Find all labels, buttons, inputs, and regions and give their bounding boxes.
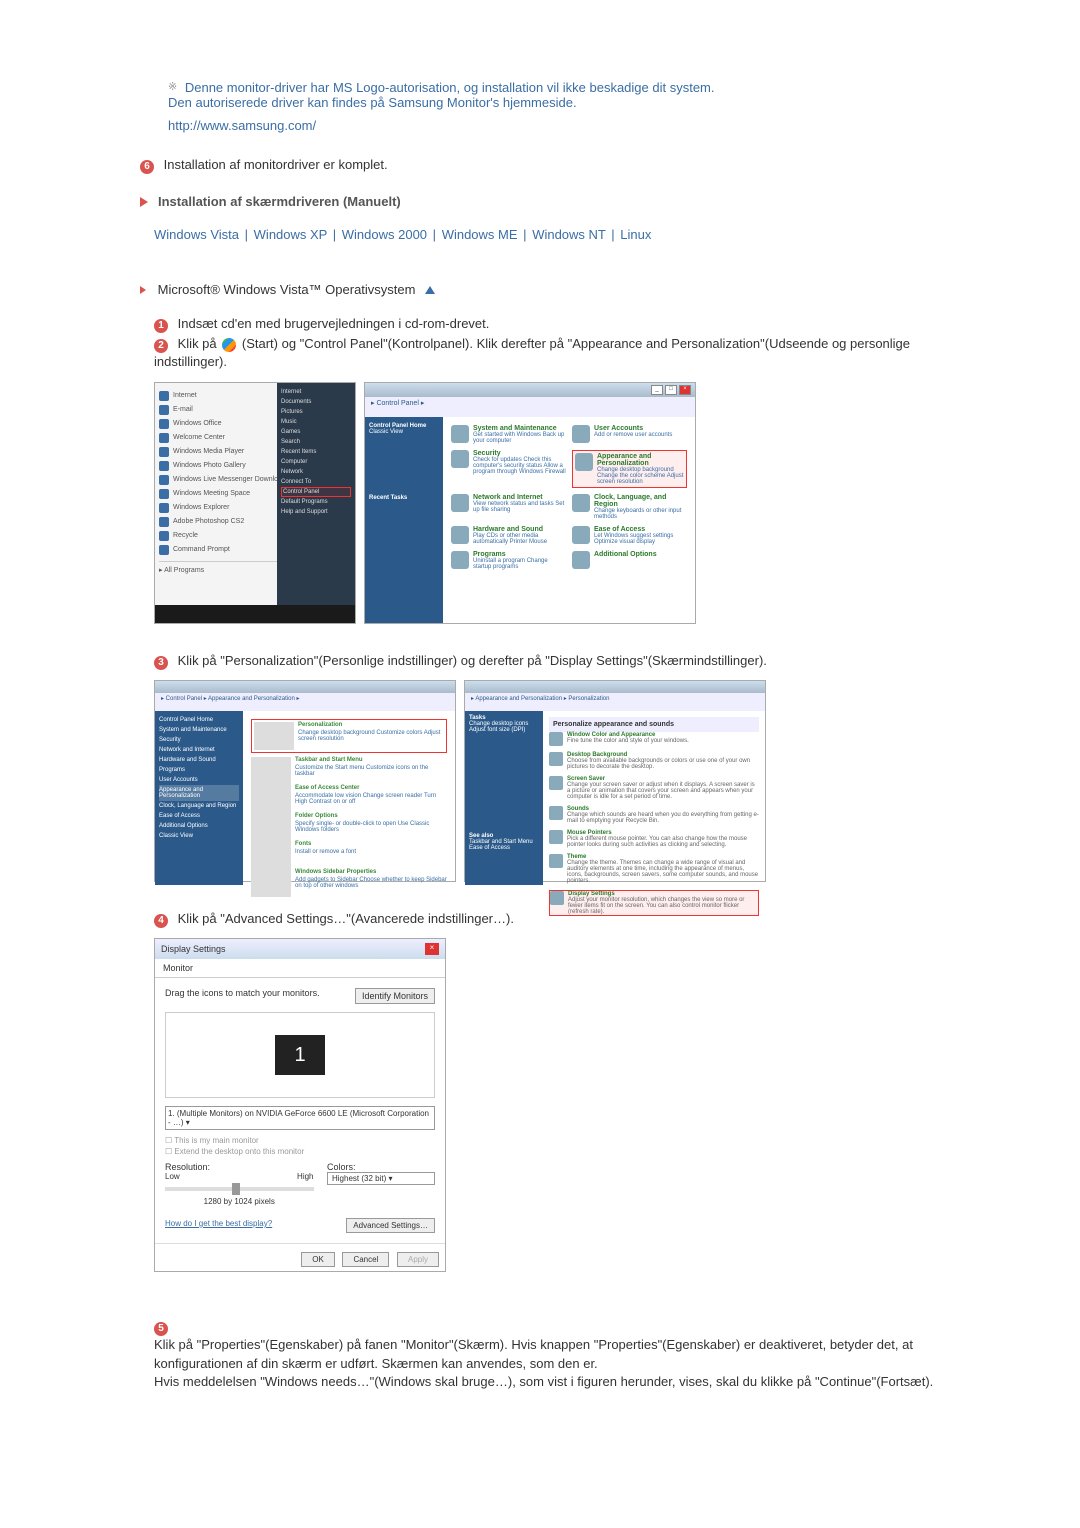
step-5-text: Klik på "Properties"(Egenskaber) på fane… bbox=[154, 1337, 933, 1388]
step-4-text: Klik på "Advanced Settings…"(Avancerede … bbox=[178, 911, 514, 926]
samsung-url-link[interactable]: http://www.samsung.com/ bbox=[168, 118, 940, 133]
main-monitor-checkbox: ☐ This is my main monitor bbox=[165, 1136, 435, 1145]
step-1: 1 Indsæt cd'en med brugervejledningen i … bbox=[154, 315, 940, 333]
step-badge-2: 2 bbox=[154, 339, 168, 353]
colors-label: Colors: bbox=[327, 1162, 435, 1172]
step-2-text-a: Klik på bbox=[178, 336, 221, 351]
scroll-top-icon[interactable] bbox=[425, 286, 435, 294]
apply-button[interactable]: Apply bbox=[397, 1252, 439, 1267]
resolution-slider[interactable] bbox=[165, 1187, 314, 1191]
screenshot-row-2: ▸ Control Panel ▸ Appearance and Persona… bbox=[154, 680, 940, 882]
step-badge-3: 3 bbox=[154, 656, 168, 670]
resolution-label: Resolution: bbox=[165, 1162, 314, 1172]
step-4: 4 Klik på "Advanced Settings…"(Avancered… bbox=[154, 910, 940, 928]
link-windows-me[interactable]: Windows ME bbox=[442, 227, 518, 242]
close-icon[interactable]: × bbox=[425, 943, 439, 955]
monitor-preview[interactable]: 1 bbox=[275, 1035, 325, 1075]
step-5: 5 Klik på "Properties"(Egenskaber) på fa… bbox=[154, 1300, 940, 1391]
help-link[interactable]: How do I get the best display? bbox=[165, 1219, 272, 1228]
step-badge-4: 4 bbox=[154, 914, 168, 928]
manual-install-title: Installation af skærmdriveren (Manuelt) bbox=[158, 194, 401, 209]
install-complete-text: Installation af monitordriver er komplet… bbox=[164, 157, 388, 172]
asterisk-icon: ※ bbox=[168, 81, 177, 93]
screenshot-personalization: ▸ Appearance and Personalization ▸ Perso… bbox=[464, 680, 766, 882]
os-anchor-list: Windows Vista | Windows XP | Windows 200… bbox=[154, 227, 940, 242]
chevron-right-icon bbox=[140, 286, 146, 294]
windows-start-icon bbox=[222, 338, 236, 352]
install-complete-line: 6 Installation af monitordriver er kompl… bbox=[140, 157, 940, 174]
link-windows-vista[interactable]: Windows Vista bbox=[154, 227, 239, 242]
link-windows-2000[interactable]: Windows 2000 bbox=[342, 227, 427, 242]
step-1-text: Indsæt cd'en med brugervejledningen i cd… bbox=[178, 316, 490, 331]
drag-instruction: Drag the icons to match your monitors. bbox=[165, 988, 320, 998]
screenshot-start-menu: Internet E-mail Windows Office Welcome C… bbox=[154, 382, 356, 624]
step-badge-6: 6 bbox=[140, 160, 154, 174]
dialog-title: Display Settings bbox=[161, 944, 226, 954]
step-2-text-b: (Start) og "Control Panel"(Kontrolpanel)… bbox=[154, 336, 910, 369]
advanced-settings-button[interactable]: Advanced Settings… bbox=[346, 1218, 435, 1233]
screenshot-control-panel: _□× ▸ Control Panel ▸ Control Panel Home… bbox=[364, 382, 696, 624]
tab-monitor[interactable]: Monitor bbox=[155, 959, 445, 978]
step-3-text: Klik på "Personalization"(Personlige ind… bbox=[178, 653, 767, 668]
resolution-value: 1280 by 1024 pixels bbox=[165, 1197, 314, 1206]
screenshot-row-3: Display Settings × Monitor Drag the icon… bbox=[154, 938, 940, 1272]
link-windows-xp[interactable]: Windows XP bbox=[254, 227, 327, 242]
note-line2: Den autoriserede driver kan findes på Sa… bbox=[168, 95, 577, 110]
extend-desktop-checkbox: ☐ Extend the desktop onto this monitor bbox=[165, 1147, 435, 1156]
ok-button[interactable]: OK bbox=[301, 1252, 335, 1267]
driver-authorization-note: ※ Denne monitor-driver har MS Logo-autor… bbox=[168, 80, 940, 110]
manual-install-header: Installation af skærmdriveren (Manuelt) bbox=[140, 194, 940, 209]
step-2: 2 Klik på (Start) og "Control Panel"(Kon… bbox=[154, 335, 940, 371]
screenshot-appearance-category: ▸ Control Panel ▸ Appearance and Persona… bbox=[154, 680, 456, 882]
vista-section-header: Microsoft® Windows Vista™ Operativsystem bbox=[140, 282, 940, 297]
cancel-button[interactable]: Cancel bbox=[342, 1252, 389, 1267]
step-badge-1: 1 bbox=[154, 319, 168, 333]
screenshot-row-1: Internet E-mail Windows Office Welcome C… bbox=[154, 382, 940, 624]
step-3: 3 Klik på "Personalization"(Personlige i… bbox=[154, 652, 940, 670]
monitor-select[interactable]: 1. (Multiple Monitors) on NVIDIA GeForce… bbox=[165, 1106, 435, 1130]
colors-select[interactable]: Highest (32 bit) ▾ bbox=[327, 1172, 435, 1185]
vista-os-title: Microsoft® Windows Vista™ Operativsystem bbox=[158, 282, 416, 297]
screenshot-display-settings: Display Settings × Monitor Drag the icon… bbox=[154, 938, 446, 1272]
link-linux[interactable]: Linux bbox=[620, 227, 651, 242]
link-windows-nt[interactable]: Windows NT bbox=[532, 227, 605, 242]
step-badge-5: 5 bbox=[154, 1322, 168, 1336]
note-line1: Denne monitor-driver har MS Logo-autoris… bbox=[185, 80, 715, 95]
identify-monitors-button[interactable]: Identify Monitors bbox=[355, 988, 435, 1004]
chevron-right-icon bbox=[140, 197, 148, 207]
